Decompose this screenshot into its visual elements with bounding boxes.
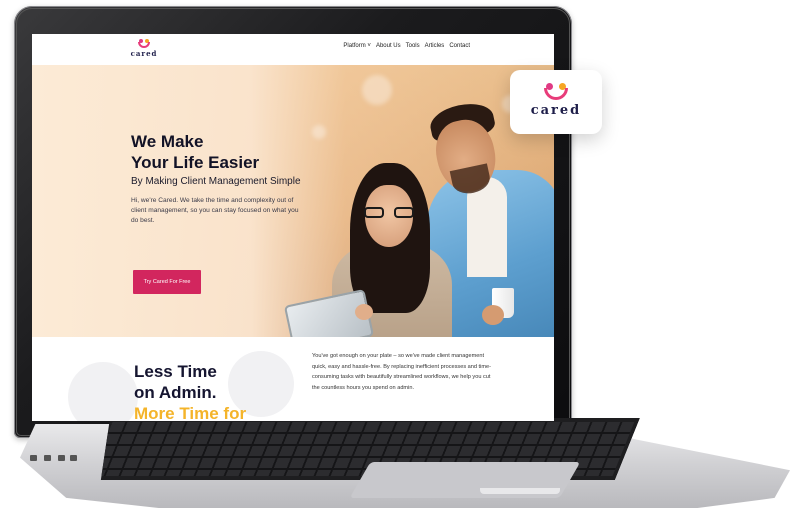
cared-logo-icon [543,83,569,101]
decorative-circle [68,362,138,421]
nav-item-articles[interactable]: Articles [425,43,445,49]
bokeh-light [362,75,392,105]
cared-logo-icon [137,39,151,49]
hero-subtitle: By Making Client Management Simple [131,176,301,187]
admin-section: Less Time on Admin. More Time for You've… [32,337,554,421]
site-logo-text: cared [130,49,158,58]
hero-body: Hi, we're Cared. We take the time and co… [131,197,299,224]
hero-title: We Make Your Life Easier [131,132,260,172]
hero-section: We Make Your Life Easier By Making Clien… [32,65,554,337]
laptop-port [70,455,77,461]
nav-item-about-us[interactable]: About Us [376,43,401,49]
cared-logo-text: cared [530,103,582,118]
nav-links: Platform ˅ About Us Tools Articles Conta… [343,43,470,49]
nav-bar: cared Platform ˅ About Us Tools Articles… [32,34,554,66]
laptop-port [58,455,65,461]
hero-text: We Make Your Life Easier By Making Clien… [131,131,321,226]
website-screen: cared Platform ˅ About Us Tools Articles… [32,34,554,421]
section-title-accent: More Time for [134,404,247,421]
try-cared-free-button[interactable]: Try Cared For Free [133,270,201,294]
section-body: You've got enough on your plate – so we'… [312,353,491,391]
laptop-lid-notch [480,488,560,494]
cared-logo-card: cared [510,70,602,134]
glasses [364,207,414,219]
nav-item-tools[interactable]: Tools [406,43,420,49]
section-title: Less Time on Admin. [134,362,217,402]
laptop-port [30,455,37,461]
site-logo[interactable]: cared [129,39,159,61]
laptop-port [44,455,51,461]
nav-item-platform[interactable]: Platform ˅ [343,43,371,49]
nav-item-contact[interactable]: Contact [449,43,470,49]
